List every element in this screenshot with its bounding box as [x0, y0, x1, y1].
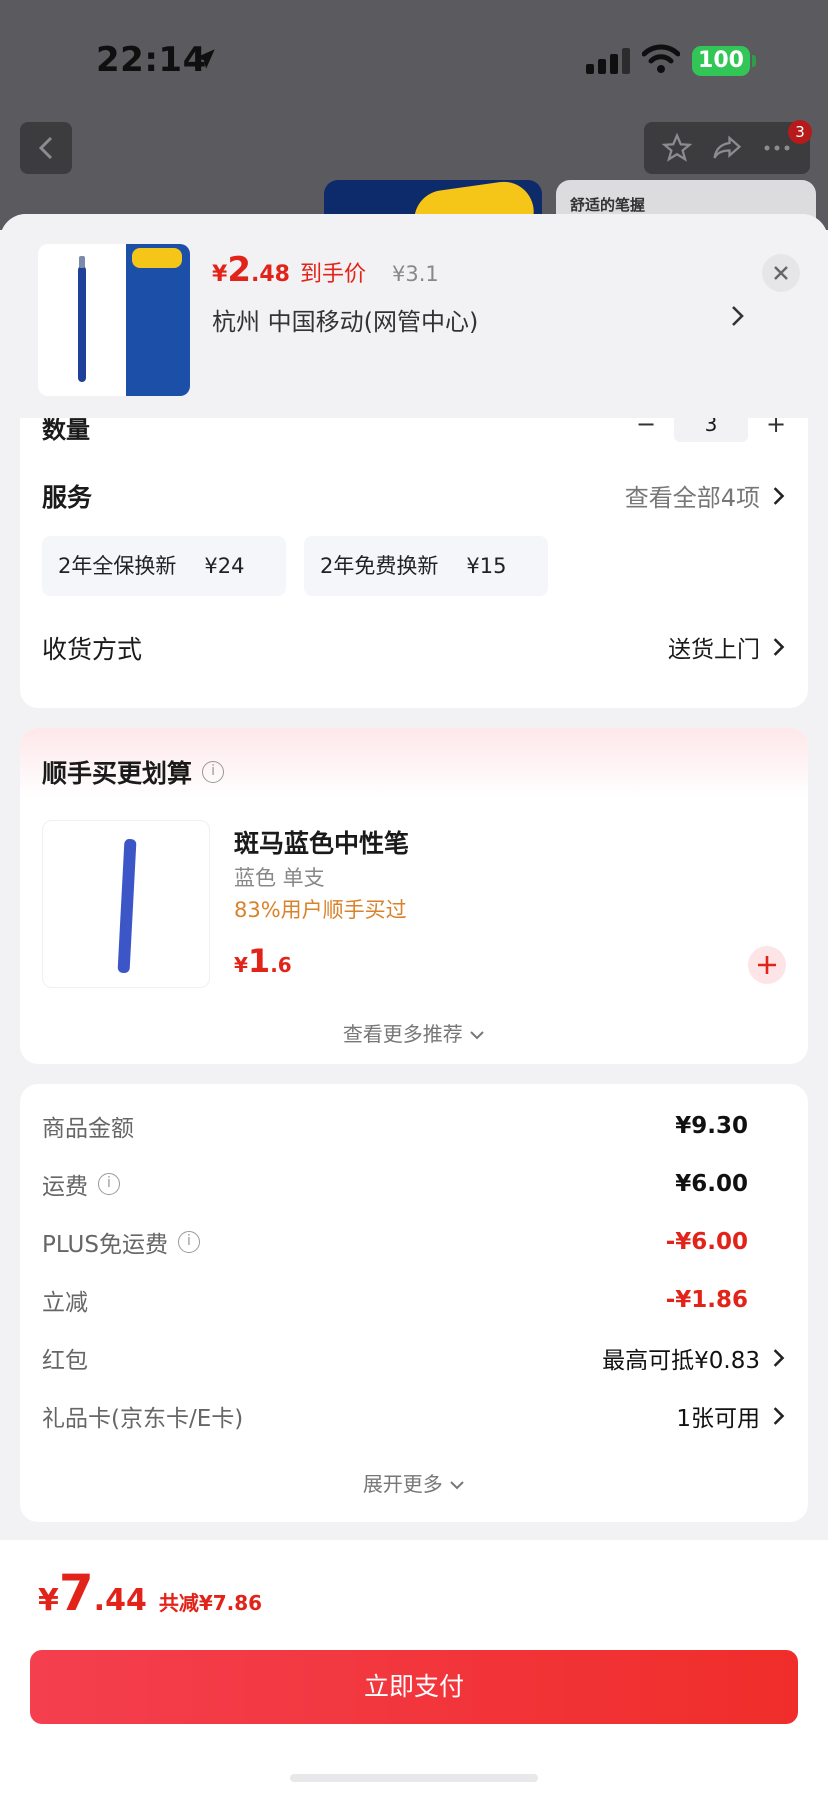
original-price: ¥3.1: [391, 262, 439, 286]
product-thumbnail: [38, 244, 190, 396]
plus-icon: [758, 956, 776, 974]
location-arrow-icon: [195, 49, 215, 69]
recommend-title: 顺手买更划算 i: [42, 754, 225, 790]
info-icon[interactable]: i: [202, 761, 225, 783]
fee-card: 商品金额 ¥9.30 运费 i ¥6.00 PLUS免运费 i -¥6.00 立减 …: [20, 1084, 808, 1522]
top-nav-actions: [644, 122, 810, 174]
close-icon: [774, 266, 788, 280]
pay-now-button[interactable]: 立即支付: [30, 1650, 798, 1724]
red-packet-row[interactable]: 红包 最高可抵¥0.83: [42, 1338, 786, 1378]
options-card: 数量 − 3 + 服务 查看全部4项 2年全保换新 ¥24 2年免费换新 ¥15 收…: [20, 394, 808, 708]
final-price: ¥ 2 .48 到手价 ¥3.1: [212, 250, 439, 290]
expand-more[interactable]: 展开更多: [20, 1468, 808, 1497]
chevron-right-icon: [773, 1349, 785, 1367]
service-label: 服务: [42, 483, 93, 512]
checkout-sheet: ¥ 2 .48 到手价 ¥3.1 杭州 中国移动(网管中心) 数量 − 3 + …: [0, 214, 828, 1800]
recommend-card: 顺手买更划算 i 斑马蓝色中性笔 蓝色 单支 83%用户顺手买过 ¥ 1 .6 …: [20, 728, 808, 1064]
shipping-label: 收货方式: [42, 635, 143, 664]
background-product-page: 22:14 100 3 舒适的笔握: [0, 0, 828, 240]
recommend-item-name[interactable]: 斑马蓝色中性笔: [234, 824, 409, 860]
fee-row: 商品金额 ¥9.30: [42, 1113, 748, 1142]
battery-indicator: 100: [692, 46, 750, 76]
recommend-item-price: ¥ 1 .6: [234, 942, 292, 980]
info-icon[interactable]: i: [98, 1173, 120, 1195]
status-bar: 22:14 100: [0, 0, 828, 110]
fee-row: PLUS免运费 i -¥6.00: [42, 1229, 748, 1258]
service-option[interactable]: 2年全保换新 ¥24: [42, 536, 286, 596]
status-time: 22:14: [96, 40, 207, 80]
close-button[interactable]: [762, 254, 800, 292]
chevron-left-icon: [38, 136, 53, 160]
more-icon[interactable]: [762, 133, 792, 163]
more-recommendations[interactable]: 查看更多推荐: [20, 1018, 808, 1047]
chevron-right-icon: [773, 486, 785, 505]
product-summary: ¥ 2 .48 到手价 ¥3.1 杭州 中国移动(网管中心): [0, 214, 828, 418]
price-tag: 到手价: [299, 262, 366, 287]
info-icon[interactable]: i: [177, 1231, 200, 1253]
chevron-right-icon: [773, 638, 785, 656]
total-price: ¥ 7 .44 共减¥7.86: [38, 1564, 263, 1622]
gift-card-row[interactable]: 礼品卡(京东卡/E卡) 1张可用: [42, 1396, 786, 1436]
service-view-all[interactable]: 查看全部4项: [625, 478, 786, 513]
shipping-method[interactable]: 送货上门: [668, 630, 786, 664]
delivery-address[interactable]: 杭州 中国移动(网管中心): [212, 302, 478, 337]
total-saved: 共减¥7.86: [158, 1591, 263, 1615]
fee-row: 立减 -¥1.86: [42, 1287, 748, 1316]
battery-tip: [752, 55, 756, 67]
back-button[interactable]: [20, 122, 72, 174]
cellular-signal-icon: [586, 48, 630, 74]
checkout-footer: ¥ 7 .44 共减¥7.86 立即支付: [0, 1540, 828, 1800]
chevron-right-icon[interactable]: [730, 304, 746, 328]
chevron-right-icon: [773, 1407, 785, 1425]
add-to-order-button[interactable]: [748, 946, 786, 984]
home-indicator: [290, 1774, 538, 1782]
fee-row: 运费 i ¥6.00: [42, 1171, 748, 1200]
chevron-down-icon: [470, 1031, 484, 1040]
wifi-icon: [642, 44, 680, 73]
service-option[interactable]: 2年免费换新 ¥15: [304, 536, 548, 596]
star-icon[interactable]: [661, 133, 692, 163]
message-badge: 3: [788, 120, 812, 144]
chevron-down-icon: [450, 1481, 464, 1490]
recommend-item-image[interactable]: [42, 820, 210, 988]
share-icon[interactable]: [711, 133, 743, 163]
recommend-item-bought: 83%用户顺手买过: [234, 898, 407, 922]
recommend-item-spec: 蓝色 单支: [234, 866, 325, 890]
